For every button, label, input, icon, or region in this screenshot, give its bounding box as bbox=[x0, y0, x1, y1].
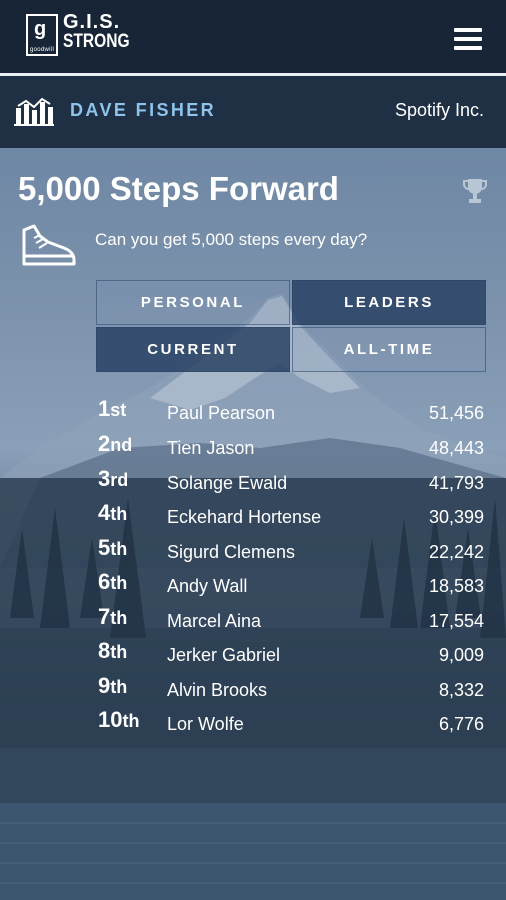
tab-current[interactable]: CURRENT bbox=[96, 327, 290, 372]
tab-personal[interactable]: PERSONAL bbox=[96, 280, 290, 325]
list-item[interactable]: 6th Andy Wall 18,583 bbox=[0, 569, 506, 601]
challenge-title: 5,000 Steps Forward bbox=[18, 170, 339, 207]
company-name: Spotify Inc. bbox=[394, 100, 484, 120]
logo-line-2: STRONG bbox=[63, 31, 130, 52]
tab-all-time[interactable]: ALL-TIME bbox=[292, 327, 486, 372]
list-item[interactable]: 8th Jerker Gabriel 9,009 bbox=[0, 638, 506, 670]
step-count: 6,776 bbox=[438, 714, 484, 734]
step-count: 30,399 bbox=[428, 507, 484, 527]
user-name: DAVE FISHER bbox=[70, 100, 217, 120]
step-count: 51,456 bbox=[428, 403, 484, 423]
rank: 3rd bbox=[98, 466, 129, 491]
participant-name: Eckehard Hortense bbox=[167, 507, 322, 527]
step-count: 9,009 bbox=[438, 645, 484, 665]
step-count: 22,242 bbox=[428, 542, 484, 562]
list-item[interactable]: 1st Paul Pearson 51,456 bbox=[0, 396, 506, 428]
user-bar: DAVE FISHER Spotify Inc. bbox=[0, 76, 506, 148]
participant-name: Alvin Brooks bbox=[167, 680, 268, 700]
bar-chart-icon[interactable] bbox=[14, 96, 54, 126]
list-item[interactable]: 5th Sigurd Clemens 22,242 bbox=[0, 535, 506, 567]
tab-leaders[interactable]: LEADERS bbox=[292, 280, 486, 325]
rank: 1st bbox=[98, 396, 127, 421]
list-item[interactable]: 9th Alvin Brooks 8,332 bbox=[0, 673, 506, 705]
participant-name: Jerker Gabriel bbox=[167, 645, 281, 665]
participant-name: Andy Wall bbox=[167, 576, 248, 596]
participant-name: Marcel Aina bbox=[167, 611, 262, 631]
list-item[interactable]: 4th Eckehard Hortense 30,399 bbox=[0, 500, 506, 532]
shoe-icon bbox=[22, 224, 76, 266]
rank: 5th bbox=[98, 535, 128, 560]
list-item[interactable]: 3rd Solange Ewald 41,793 bbox=[0, 466, 506, 498]
list-item[interactable]: 10th Lor Wolfe 6,776 bbox=[0, 707, 506, 739]
list-item[interactable]: 7th Marcel Aina 17,554 bbox=[0, 604, 506, 636]
menu-icon[interactable] bbox=[454, 28, 482, 50]
app-header: g goodwill G.I.S. STRONG bbox=[0, 0, 506, 76]
challenge-question: Can you get 5,000 steps every day? bbox=[95, 230, 368, 249]
rank: 9th bbox=[98, 673, 128, 698]
rank: 4th bbox=[98, 500, 128, 525]
participant-name: Sigurd Clemens bbox=[167, 542, 296, 562]
step-count: 17,554 bbox=[428, 611, 484, 631]
step-count: 8,332 bbox=[438, 680, 484, 700]
trophy-icon[interactable] bbox=[463, 178, 487, 204]
participant-name: Paul Pearson bbox=[167, 403, 276, 423]
rank: 8th bbox=[98, 638, 128, 663]
participant-name: Tien Jason bbox=[167, 438, 255, 458]
rank: 7th bbox=[98, 604, 128, 629]
list-item[interactable]: 2nd Tien Jason 48,443 bbox=[0, 431, 506, 463]
rank: 6th bbox=[98, 569, 128, 594]
step-count: 18,583 bbox=[428, 576, 484, 596]
participant-name: Solange Ewald bbox=[167, 473, 288, 493]
participant-name: Lor Wolfe bbox=[167, 714, 244, 734]
step-count: 48,443 bbox=[428, 438, 484, 458]
step-count: 41,793 bbox=[428, 473, 484, 493]
rank: 2nd bbox=[98, 431, 133, 456]
rank: 10th bbox=[98, 707, 140, 732]
goodwill-logo-icon: g goodwill bbox=[26, 14, 58, 56]
leaderboard-tabs: PERSONAL LEADERS CURRENT ALL-TIME bbox=[96, 280, 486, 372]
logo-line-1: G.I.S. bbox=[63, 11, 121, 33]
